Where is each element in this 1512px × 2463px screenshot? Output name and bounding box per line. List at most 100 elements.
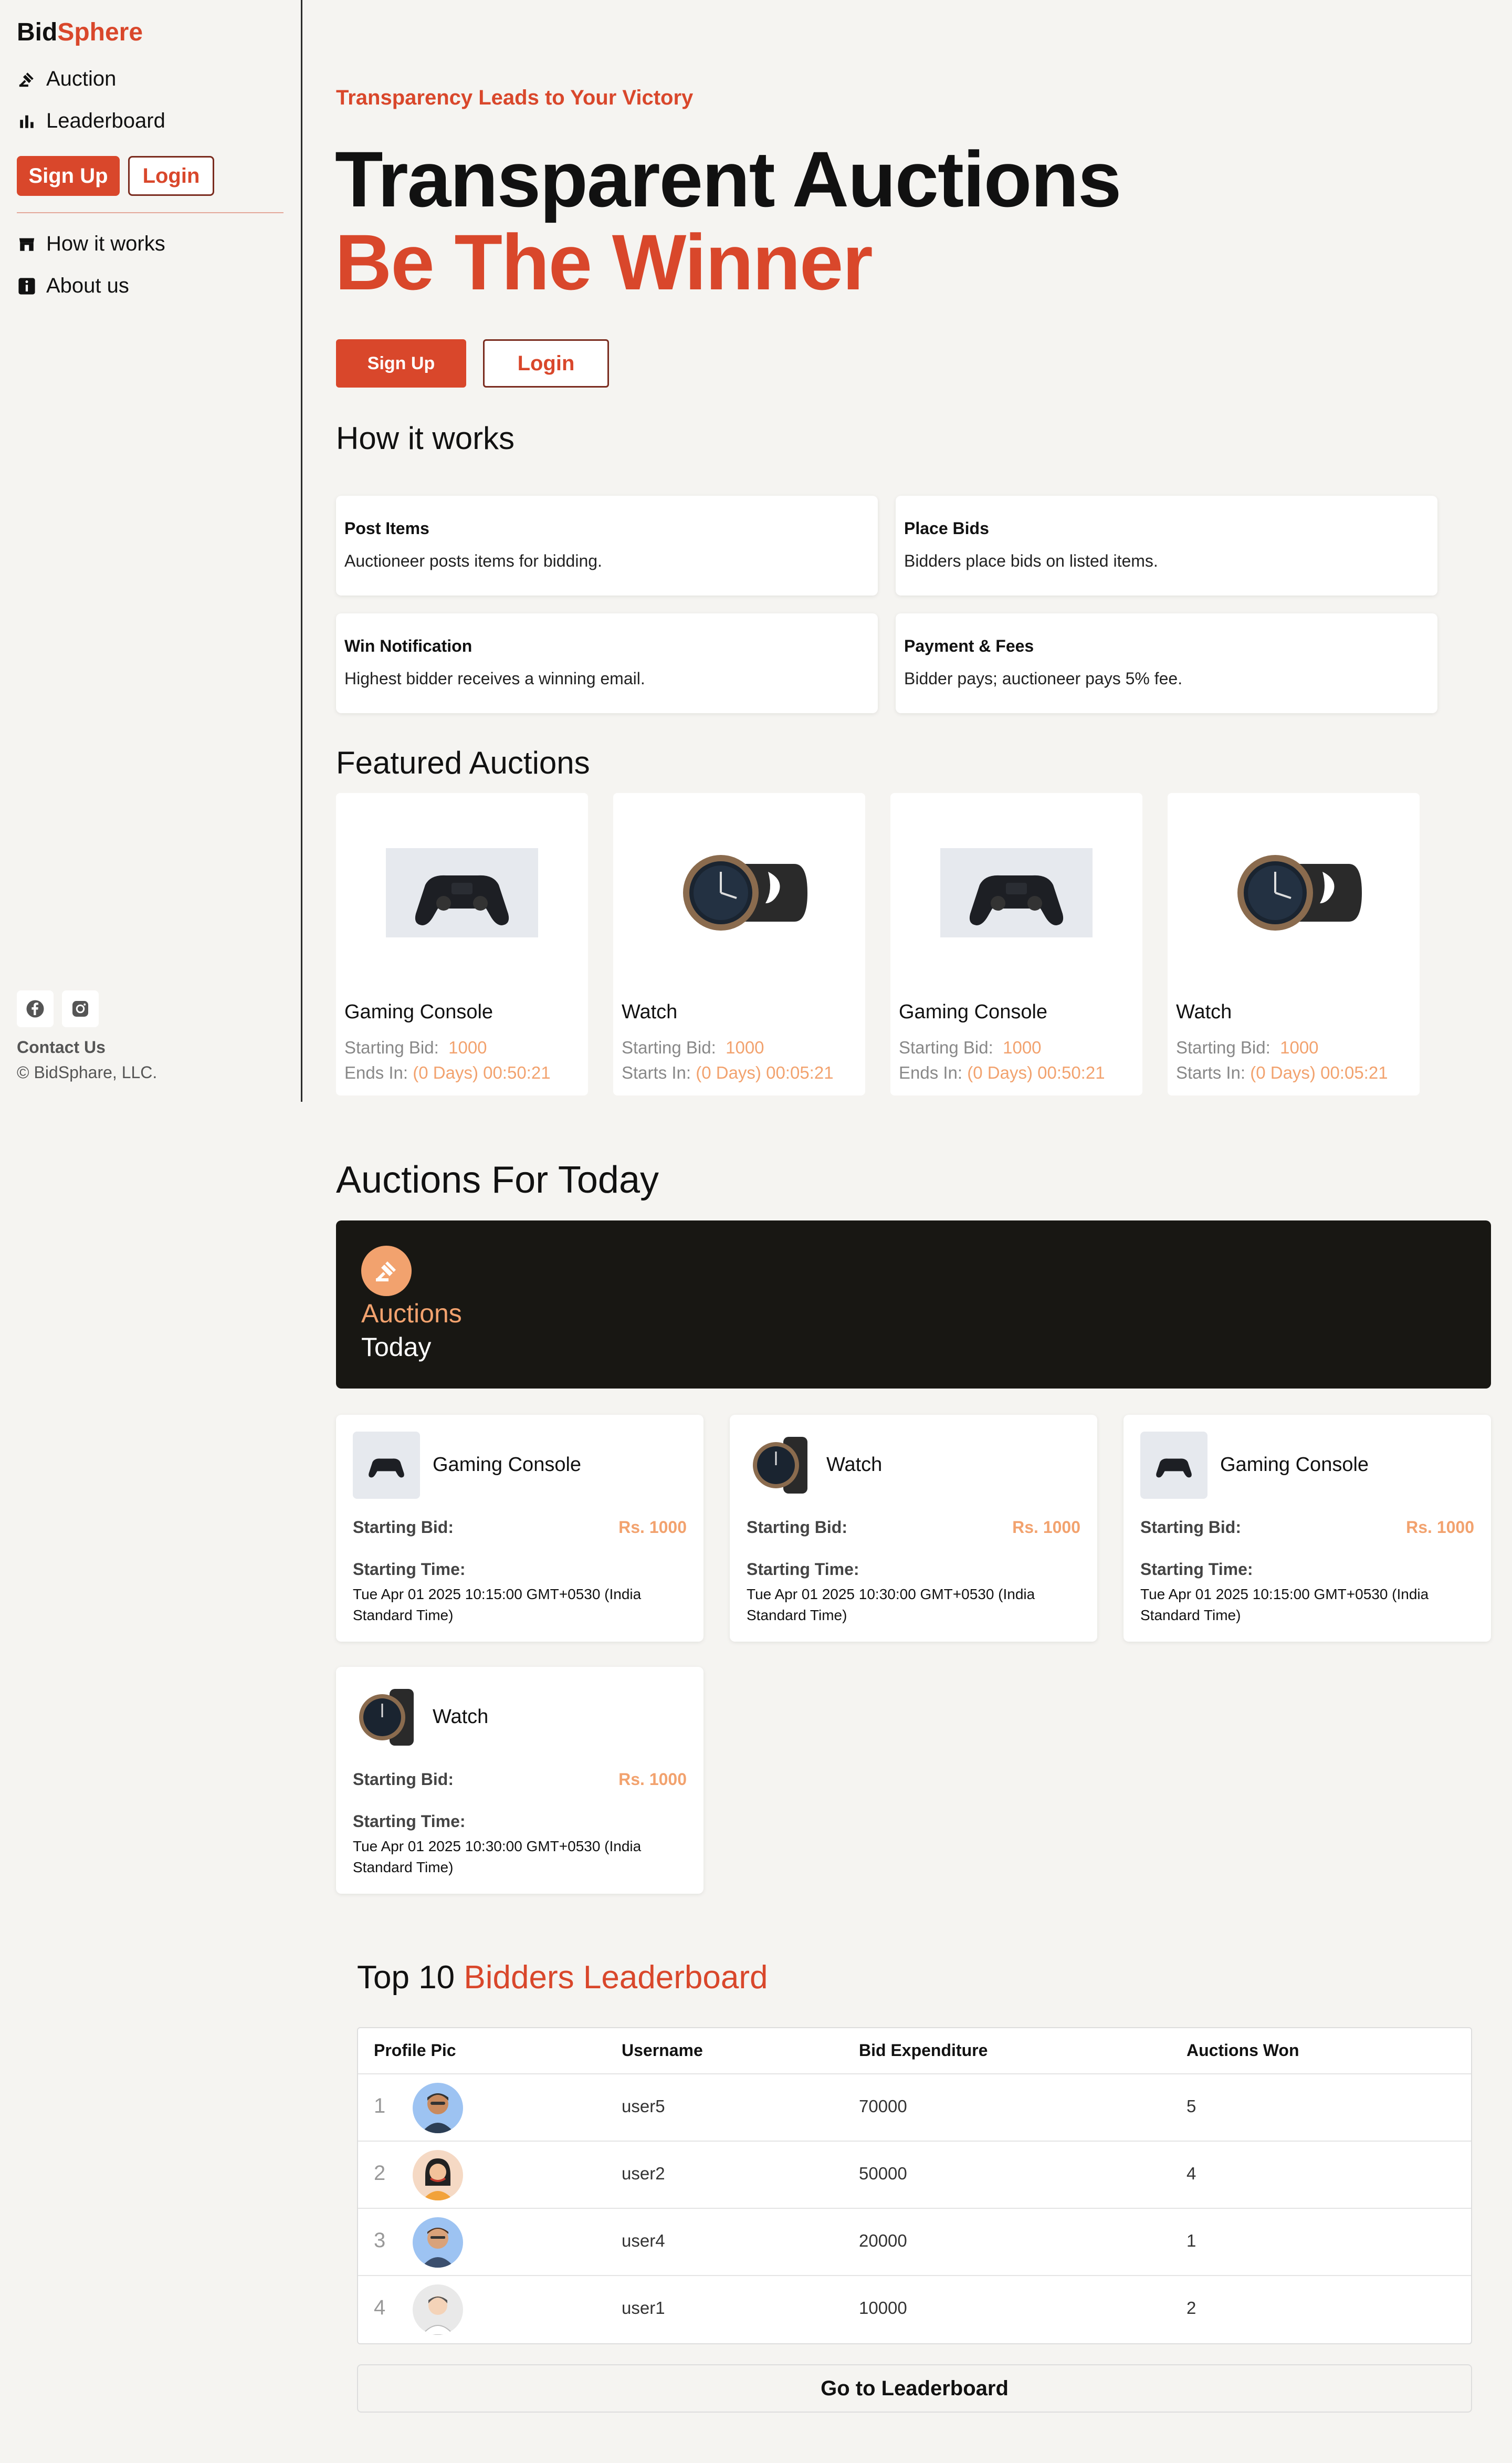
avatar — [413, 2150, 463, 2200]
time-value: (0 Days) 00:50:21 — [967, 1063, 1105, 1082]
today-item-name: Watch — [433, 1706, 489, 1728]
logo-part-bid: Bid — [17, 18, 58, 46]
bid-expenditure: 70000 — [859, 2096, 907, 2116]
contact-us-link[interactable]: Contact Us — [17, 1038, 106, 1057]
featured-bid-row: Starting Bid: 1000 — [344, 1038, 487, 1058]
featured-card[interactable]: Gaming Console Starting Bid: 1000 Ends I… — [890, 793, 1142, 1095]
featured-bid-row: Starting Bid: 1000 — [899, 1038, 1042, 1058]
time-label: Starts In: — [1176, 1063, 1246, 1082]
gaming-console-thumbnail — [353, 1432, 420, 1499]
sidebar-item-label: Auction — [46, 67, 117, 90]
how-card-payment-fees: Payment & Fees Bidder pays; auctioneer p… — [896, 613, 1437, 713]
social-links — [17, 990, 99, 1027]
banner-line1: Auctions — [361, 1299, 462, 1328]
time-value: Tue Apr 01 2025 10:15:00 GMT+0530 (India… — [1140, 1586, 1429, 1623]
bid-value: Rs. 1000 — [1406, 1518, 1474, 1537]
table-row: 1 user5 70000 5 — [358, 2073, 1471, 2142]
table-row: 4 user1 10000 2 — [358, 2275, 1471, 2343]
bid-label: Starting Bid: — [353, 1770, 454, 1789]
sidebar-signup-button[interactable]: Sign Up — [17, 156, 120, 196]
facebook-icon[interactable] — [17, 990, 54, 1027]
hero-signup-button[interactable]: Sign Up — [336, 339, 466, 388]
time-value: Tue Apr 01 2025 10:30:00 GMT+0530 (India… — [747, 1586, 1035, 1623]
how-card-post-items: Post Items Auctioneer posts items for bi… — [336, 496, 878, 596]
sidebar-item-auction[interactable]: Auction — [17, 67, 116, 91]
hero-tagline: Transparency Leads to Your Victory — [336, 86, 694, 109]
featured-time-row: Ends In: (0 Days) 00:50:21 — [344, 1063, 551, 1083]
how-card-title: Place Bids — [904, 519, 989, 538]
time-value: Tue Apr 01 2025 10:15:00 GMT+0530 (India… — [353, 1586, 642, 1623]
featured-time-row: Starts In: (0 Days) 00:05:21 — [1176, 1063, 1388, 1083]
go-to-leaderboard-button[interactable]: Go to Leaderboard — [357, 2364, 1472, 2413]
banner-line2: Today — [361, 1332, 432, 1362]
bid-value: Rs. 1000 — [618, 1770, 687, 1789]
time-value: (0 Days) 00:05:21 — [696, 1063, 834, 1082]
instagram-icon[interactable] — [62, 990, 99, 1027]
auctions-today-title: Auctions For Today — [336, 1159, 659, 1201]
today-auction-card[interactable]: Gaming Console Starting Bid: Rs. 1000 St… — [336, 1415, 704, 1642]
avatar — [413, 2284, 463, 2335]
featured-auctions-title: Featured Auctions — [336, 745, 590, 780]
hero-title-line2: Be The Winner — [335, 218, 873, 306]
sidebar-item-leaderboard[interactable]: Leaderboard — [17, 109, 165, 133]
auctions-won: 2 — [1186, 2298, 1196, 2318]
bid-label: Starting Bid: — [344, 1038, 439, 1057]
sidebar: BidSphere Auction Leaderboard Sign Up Lo… — [0, 0, 302, 1102]
sidebar-item-label: How it works — [46, 232, 165, 255]
rank: 3 — [374, 2229, 386, 2252]
auctions-today-banner: Auctions Today — [336, 1220, 1491, 1389]
how-card-win-notification: Win Notification Highest bidder receives… — [336, 613, 878, 713]
hero-login-button[interactable]: Login — [483, 339, 609, 388]
sidebar-login-button[interactable]: Login — [128, 156, 214, 196]
bid-value: 1000 — [1280, 1038, 1319, 1057]
username: user5 — [622, 2096, 665, 2116]
auctions-won: 1 — [1186, 2231, 1196, 2250]
bid-value: 1000 — [726, 1038, 764, 1057]
how-card-desc: Auctioneer posts items for bidding. — [344, 551, 602, 570]
featured-bid-row: Starting Bid: 1000 — [622, 1038, 764, 1058]
auctions-won: 5 — [1186, 2096, 1196, 2116]
column-header: Auctions Won — [1186, 2041, 1299, 2060]
sidebar-item-about-us[interactable]: About us — [17, 274, 129, 298]
copyright: © BidSphare, LLC. — [17, 1063, 158, 1082]
featured-item-name: Watch — [622, 1001, 678, 1023]
column-header: Profile Pic — [374, 2041, 456, 2060]
table-row: 2 user2 50000 4 — [358, 2141, 1471, 2209]
today-auction-card[interactable]: Gaming Console Starting Bid: Rs. 1000 St… — [1124, 1415, 1491, 1642]
featured-card[interactable]: Gaming Console Starting Bid: 1000 Ends I… — [336, 793, 588, 1095]
sidebar-divider — [17, 212, 284, 213]
how-it-works-title: How it works — [336, 421, 515, 456]
watch-image — [613, 825, 865, 961]
leaderboard-header-row: Profile Pic Username Bid Expenditure Auc… — [358, 2028, 1471, 2073]
today-auction-card[interactable]: Watch Starting Bid: Rs. 1000 Starting Ti… — [730, 1415, 1097, 1642]
time-label: Ends In: — [344, 1063, 408, 1082]
featured-time-row: Ends In: (0 Days) 00:50:21 — [899, 1063, 1105, 1083]
featured-item-name: Watch — [1176, 1001, 1232, 1023]
today-auction-card[interactable]: Watch Starting Bid: Rs. 1000 Starting Ti… — [336, 1667, 704, 1894]
featured-time-row: Starts In: (0 Days) 00:05:21 — [622, 1063, 834, 1083]
hero-title-line1: Transparent Auctions — [335, 135, 1121, 223]
time-label: Starting Time: — [1140, 1560, 1253, 1579]
how-card-place-bids: Place Bids Bidders place bids on listed … — [896, 496, 1437, 596]
bid-label: Starting Bid: — [622, 1038, 716, 1057]
featured-card[interactable]: Watch Starting Bid: 1000 Starts In: (0 D… — [1168, 793, 1420, 1095]
sidebar-item-label: About us — [46, 274, 129, 297]
auctions-won: 4 — [1186, 2164, 1196, 2183]
today-item-name: Gaming Console — [433, 1454, 582, 1476]
watch-thumbnail — [353, 1684, 420, 1751]
time-value: Tue Apr 01 2025 10:30:00 GMT+0530 (India… — [353, 1838, 642, 1875]
how-card-desc: Highest bidder receives a winning email. — [344, 669, 645, 688]
sidebar-item-how-it-works[interactable]: How it works — [17, 232, 165, 256]
logo[interactable]: BidSphere — [17, 18, 143, 47]
how-card-title: Win Notification — [344, 636, 472, 655]
logo-part-sphere: Sphere — [57, 18, 143, 46]
table-row: 3 user4 20000 1 — [358, 2208, 1471, 2276]
bid-value: Rs. 1000 — [618, 1518, 687, 1537]
watch-image — [1168, 825, 1420, 961]
bid-label: Starting Bid: — [899, 1038, 993, 1057]
gavel-icon — [361, 1246, 412, 1296]
featured-card[interactable]: Watch Starting Bid: 1000 Starts In: (0 D… — [613, 793, 865, 1095]
bid-value: 1000 — [1003, 1038, 1042, 1057]
time-label: Ends In: — [899, 1063, 963, 1082]
bid-value: 1000 — [448, 1038, 487, 1057]
